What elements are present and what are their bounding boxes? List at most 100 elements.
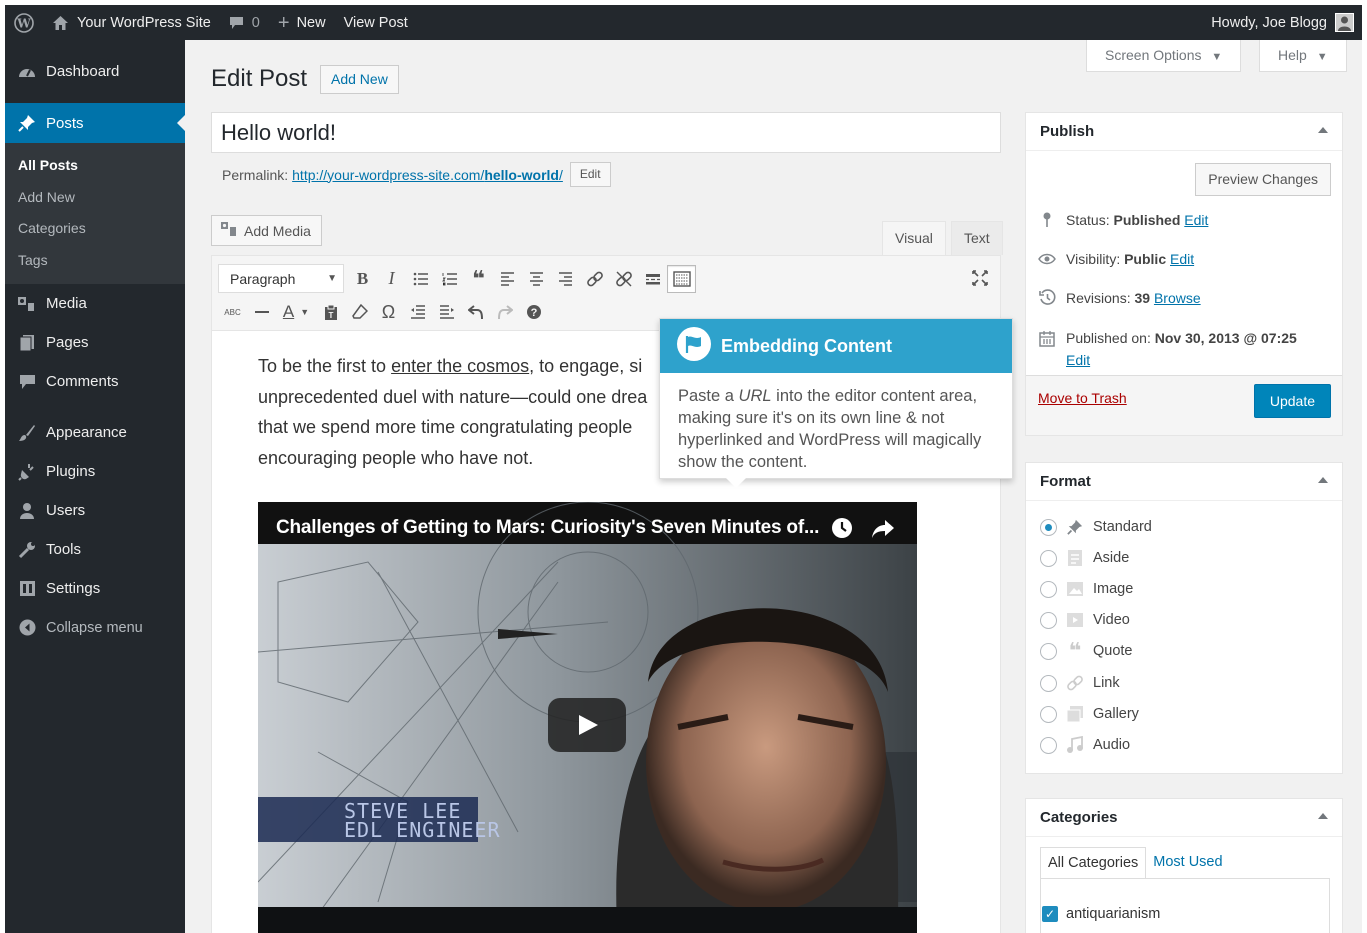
categories-box-header[interactable]: Categories: [1026, 799, 1342, 837]
submenu-tags[interactable]: Tags: [5, 245, 185, 277]
sidebar-item-settings[interactable]: Settings: [5, 569, 185, 608]
indent-icon[interactable]: [432, 298, 461, 326]
sidebar-item-appearance[interactable]: Appearance: [5, 413, 185, 452]
published-edit-link[interactable]: Edit: [1066, 352, 1090, 368]
preview-changes-button[interactable]: Preview Changes: [1195, 163, 1331, 196]
toolbar-row-1: Paragraph ▼ B I ❝: [218, 264, 696, 293]
bold-button[interactable]: B: [348, 265, 377, 293]
embedded-video[interactable]: Challenges of Getting to Mars: Curiosity…: [258, 502, 917, 933]
collapse-toggle-icon[interactable]: [1318, 477, 1328, 483]
tab-text[interactable]: Text: [951, 221, 1003, 255]
publish-box-header[interactable]: Publish: [1026, 113, 1342, 151]
format-option-aside[interactable]: Aside: [1040, 548, 1129, 568]
horizontal-line-icon[interactable]: [247, 298, 276, 326]
category-item-antiquarianism[interactable]: ✓ antiquarianism: [1042, 906, 1160, 922]
pointer-emphasis: URL: [738, 387, 772, 405]
radio-button[interactable]: [1040, 705, 1057, 723]
undo-icon[interactable]: [461, 298, 490, 326]
submenu-add-new[interactable]: Add New: [5, 182, 185, 214]
bullet-list-icon[interactable]: [406, 265, 435, 293]
help-label: Help: [1278, 47, 1307, 63]
collapse-toggle-icon[interactable]: [1318, 813, 1328, 819]
clear-formatting-icon[interactable]: [345, 298, 374, 326]
content-link[interactable]: enter the cosmos: [391, 356, 529, 376]
paste-as-text-icon[interactable]: T: [316, 298, 345, 326]
collapse-toggle-icon[interactable]: [1318, 127, 1328, 133]
radio-button[interactable]: [1040, 736, 1057, 754]
new-content-link[interactable]: + New: [269, 5, 335, 40]
submenu-all-posts[interactable]: All Posts: [5, 150, 185, 182]
music-note-icon: [1065, 735, 1085, 755]
keyboard-shortcuts-icon[interactable]: ?: [519, 298, 548, 326]
format-option-standard[interactable]: Standard: [1040, 517, 1152, 537]
redo-icon[interactable]: [490, 298, 519, 326]
sidebar-item-plugins[interactable]: Plugins: [5, 452, 185, 491]
strikethrough-icon[interactable]: ABC: [218, 298, 247, 326]
play-button[interactable]: [548, 698, 626, 752]
add-media-button[interactable]: Add Media: [211, 215, 322, 246]
permalink-link[interactable]: http://your-wordpress-site.com/hello-wor…: [292, 167, 563, 183]
sidebar-item-dashboard[interactable]: Dashboard: [5, 40, 185, 103]
submenu-categories[interactable]: Categories: [5, 213, 185, 245]
read-more-icon[interactable]: [638, 265, 667, 293]
radio-button[interactable]: [1040, 549, 1057, 567]
italic-button[interactable]: I: [377, 265, 406, 293]
post-title-input[interactable]: Hello world!: [211, 112, 1001, 153]
text-color-icon[interactable]: A ▼: [276, 298, 316, 326]
embedding-content-pointer: Embedding Content Paste a URL into the e…: [659, 318, 1013, 488]
radio-button[interactable]: [1040, 642, 1057, 660]
format-option-audio[interactable]: Audio: [1040, 735, 1130, 755]
insert-link-icon[interactable]: [580, 265, 609, 293]
sidebar-item-users[interactable]: Users: [5, 491, 185, 530]
permalink-edit-button[interactable]: Edit: [569, 162, 611, 187]
video-title[interactable]: Challenges of Getting to Mars: Curiosity…: [276, 517, 819, 539]
toolbar-toggle-icon[interactable]: [667, 264, 696, 293]
sidebar-item-pages[interactable]: Pages: [5, 323, 185, 362]
add-new-button[interactable]: Add New: [320, 65, 399, 94]
sidebar-item-media[interactable]: Media: [5, 284, 185, 323]
update-button[interactable]: Update: [1253, 384, 1331, 418]
format-option-video[interactable]: Video: [1040, 610, 1130, 630]
align-right-icon[interactable]: [551, 265, 580, 293]
tab-most-used[interactable]: Most Used: [1146, 847, 1229, 878]
site-name-link[interactable]: Your WordPress Site: [43, 5, 220, 40]
paintbrush-icon: [17, 423, 37, 443]
checkbox-checked[interactable]: ✓: [1042, 906, 1058, 922]
watch-later-icon[interactable]: [831, 517, 853, 542]
format-box-header[interactable]: Format: [1026, 463, 1342, 501]
tab-visual[interactable]: Visual: [882, 221, 946, 255]
format-option-quote[interactable]: ❝ Quote: [1040, 638, 1133, 663]
format-select[interactable]: Paragraph ▼: [218, 264, 344, 293]
special-character-icon[interactable]: Ω: [374, 298, 403, 326]
tab-all-categories[interactable]: All Categories: [1040, 847, 1147, 878]
status-edit-link[interactable]: Edit: [1184, 212, 1208, 228]
numbered-list-icon[interactable]: [435, 265, 464, 293]
align-center-icon[interactable]: [522, 265, 551, 293]
format-option-image[interactable]: Image: [1040, 579, 1133, 599]
sidebar-item-posts[interactable]: Posts: [5, 103, 185, 143]
move-to-trash-link[interactable]: Move to Trash: [1038, 390, 1127, 406]
radio-button[interactable]: [1040, 580, 1057, 598]
blockquote-icon[interactable]: ❝: [464, 265, 493, 293]
format-option-link[interactable]: Link: [1040, 673, 1120, 693]
format-option-gallery[interactable]: Gallery: [1040, 704, 1139, 724]
unlink-icon[interactable]: [609, 265, 638, 293]
outdent-icon[interactable]: [403, 298, 432, 326]
wordpress-logo-icon[interactable]: W: [5, 5, 43, 40]
radio-button[interactable]: [1040, 674, 1057, 692]
share-icon[interactable]: [871, 519, 895, 542]
sidebar-item-comments[interactable]: Comments: [5, 362, 185, 401]
align-left-icon[interactable]: [493, 265, 522, 293]
radio-button[interactable]: [1040, 518, 1057, 536]
my-account[interactable]: Howdy, Joe Blogg: [1211, 5, 1354, 40]
comments-link[interactable]: 0: [220, 5, 269, 40]
browse-revisions-link[interactable]: Browse: [1154, 290, 1201, 306]
view-post-link[interactable]: View Post: [335, 5, 417, 40]
help-button[interactable]: Help ▼: [1259, 40, 1347, 72]
collapse-menu-button[interactable]: Collapse menu: [5, 608, 185, 647]
visibility-edit-link[interactable]: Edit: [1170, 251, 1194, 267]
screen-options-button[interactable]: Screen Options ▼: [1086, 40, 1242, 72]
fullscreen-icon[interactable]: [965, 264, 994, 292]
radio-button[interactable]: [1040, 611, 1057, 629]
sidebar-item-tools[interactable]: Tools: [5, 530, 185, 569]
